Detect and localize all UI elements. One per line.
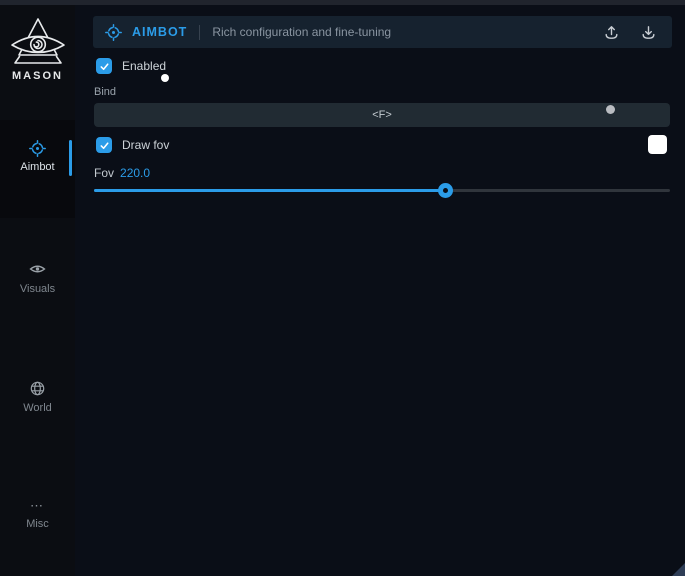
draw-fov-row: Draw fov [96, 137, 169, 153]
app-window: MASON Aimbot Visuals [0, 0, 685, 576]
drag-dot [606, 105, 615, 114]
section-header: AIMBOT Rich configuration and fine-tunin… [93, 16, 672, 48]
sidebar: MASON Aimbot Visuals [0, 5, 75, 576]
check-icon [99, 140, 110, 151]
sidebar-item-visuals[interactable]: Visuals [0, 262, 75, 295]
enabled-row: Enabled [96, 58, 166, 74]
export-config-button[interactable] [600, 21, 623, 44]
eye-icon [0, 262, 75, 280]
upload-icon [604, 28, 619, 43]
fov-value: 220.0 [120, 166, 150, 180]
fov-slider-fill [94, 189, 445, 192]
draw-fov-checkbox[interactable] [96, 137, 112, 153]
draw-fov-label: Draw fov [122, 138, 169, 152]
corner-cursor-artifact [672, 563, 685, 576]
fov-label: Fov [94, 166, 114, 180]
pyramid-eye-icon [0, 17, 75, 67]
cursor-dot [161, 74, 169, 82]
download-icon [641, 28, 656, 43]
fov-slider-thumb[interactable] [438, 183, 453, 198]
bind-label: Bind [94, 86, 116, 98]
globe-icon [0, 381, 75, 399]
import-config-button[interactable] [637, 21, 660, 44]
sidebar-item-label: Visuals [0, 283, 75, 295]
header-divider [199, 25, 200, 40]
fov-row: Fov 220.0 [94, 166, 150, 180]
enabled-label: Enabled [122, 59, 166, 73]
section-title: AIMBOT [132, 25, 187, 39]
section-subtitle: Rich configuration and fine-tuning [212, 25, 391, 39]
check-icon [99, 61, 110, 72]
sidebar-item-aimbot[interactable]: Aimbot [0, 140, 75, 173]
main-panel: AIMBOT Rich configuration and fine-tunin… [75, 5, 685, 576]
sidebar-item-world[interactable]: World [0, 381, 75, 414]
sidebar-item-misc[interactable]: ⋯ Misc [0, 497, 75, 530]
sidebar-item-label: Misc [0, 518, 75, 530]
sidebar-item-label: Aimbot [0, 161, 75, 173]
ellipsis-icon: ⋯ [0, 497, 75, 515]
sidebar-item-label: World [0, 402, 75, 414]
fov-color-swatch[interactable] [648, 135, 667, 154]
logo-label: MASON [0, 70, 75, 82]
crosshair-icon [0, 140, 75, 158]
app-logo: MASON [0, 17, 75, 82]
fov-slider[interactable] [94, 182, 670, 198]
enabled-checkbox[interactable] [96, 58, 112, 74]
crosshair-icon [105, 24, 122, 41]
bind-input[interactable]: <F> [94, 103, 670, 127]
